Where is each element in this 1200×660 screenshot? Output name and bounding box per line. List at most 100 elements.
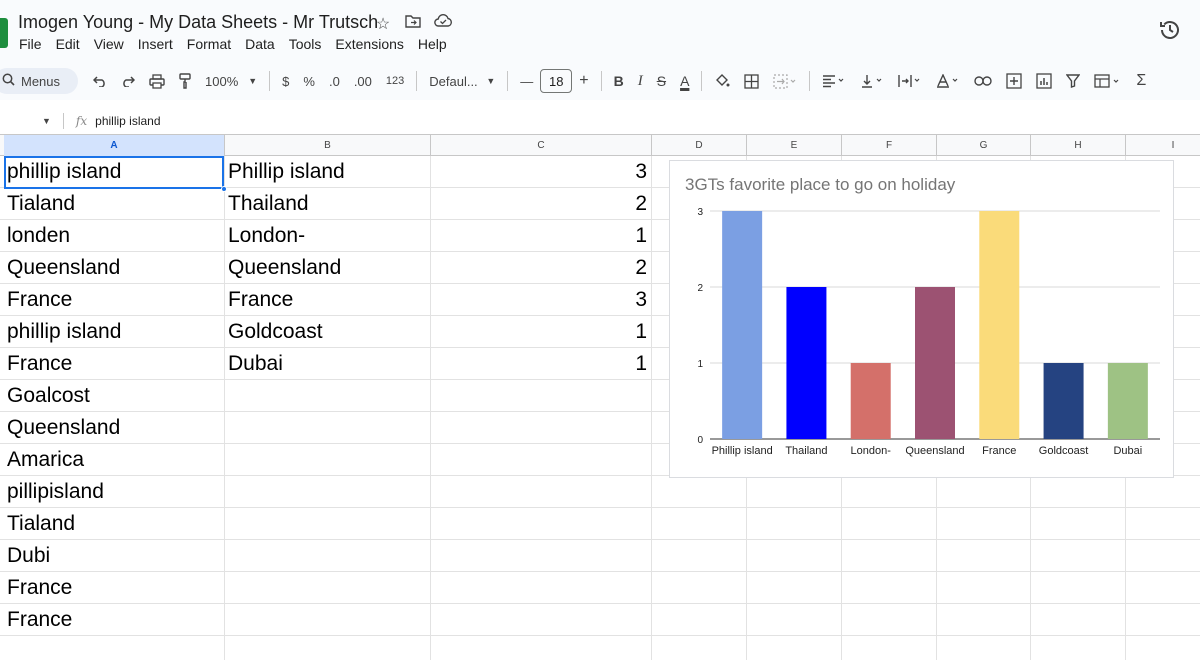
cell-a6[interactable]: phillip island bbox=[4, 316, 225, 347]
cell-c3[interactable]: 1 bbox=[431, 220, 652, 251]
filter-icon[interactable] bbox=[1059, 67, 1087, 95]
cell-c6[interactable]: 1 bbox=[431, 316, 652, 347]
embedded-chart[interactable]: 3GTs favorite place to go on holiday 012… bbox=[669, 160, 1174, 478]
empty-cell[interactable] bbox=[1031, 636, 1126, 660]
menu-edit[interactable]: Edit bbox=[56, 36, 80, 52]
column-header-e[interactable]: E bbox=[747, 135, 842, 156]
decrease-decimal-button[interactable]: .0 bbox=[322, 67, 347, 95]
empty-cell[interactable] bbox=[1126, 476, 1200, 507]
empty-cell[interactable] bbox=[747, 540, 842, 571]
decrease-font-size-button[interactable]: — bbox=[513, 67, 540, 95]
empty-cell[interactable] bbox=[842, 572, 937, 603]
move-folder-icon[interactable] bbox=[404, 14, 422, 34]
cell-c14[interactable] bbox=[431, 572, 652, 603]
cell-a14[interactable]: France bbox=[4, 572, 225, 603]
empty-cell[interactable] bbox=[842, 604, 937, 635]
font-family-select[interactable]: Defaul... ▼ bbox=[422, 67, 502, 95]
empty-cell[interactable] bbox=[1031, 476, 1126, 507]
cell-a2[interactable]: Tialand bbox=[4, 188, 225, 219]
column-header-c[interactable]: C bbox=[431, 135, 652, 156]
cell-a8[interactable]: Goalcost bbox=[4, 380, 225, 411]
empty-cell[interactable] bbox=[1031, 540, 1126, 571]
empty-cell[interactable] bbox=[937, 508, 1031, 539]
zoom-select[interactable]: 100% ▼ bbox=[198, 67, 264, 95]
cell-b4[interactable]: Queensland bbox=[225, 252, 431, 283]
more-formats-button[interactable]: 123 bbox=[379, 67, 411, 95]
cell-c10[interactable] bbox=[431, 444, 652, 475]
menu-data[interactable]: Data bbox=[245, 36, 275, 52]
vertical-align-icon[interactable] bbox=[853, 67, 891, 95]
cell-c9[interactable] bbox=[431, 412, 652, 443]
cell-c7[interactable]: 1 bbox=[431, 348, 652, 379]
merge-cells-icon[interactable] bbox=[766, 67, 804, 95]
empty-cell[interactable] bbox=[1126, 604, 1200, 635]
star-icon[interactable]: ☆ bbox=[374, 14, 392, 34]
fill-handle[interactable] bbox=[221, 186, 227, 192]
column-header-h[interactable]: H bbox=[1031, 135, 1126, 156]
format-currency-button[interactable]: $ bbox=[275, 67, 296, 95]
empty-cell[interactable] bbox=[652, 540, 747, 571]
cell-b7[interactable]: Dubai bbox=[225, 348, 431, 379]
increase-font-size-button[interactable]: + bbox=[572, 67, 595, 95]
cell-a7[interactable]: France bbox=[4, 348, 225, 379]
cell-c2[interactable]: 2 bbox=[431, 188, 652, 219]
italic-button[interactable]: I bbox=[631, 67, 650, 95]
fill-color-icon[interactable] bbox=[707, 67, 737, 95]
font-size-input[interactable]: 18 bbox=[540, 69, 573, 93]
redo-icon[interactable] bbox=[114, 67, 142, 95]
document-title[interactable]: Imogen Young - My Data Sheets - Mr Truts… bbox=[18, 12, 378, 33]
cell-b3[interactable]: London- bbox=[225, 220, 431, 251]
cell-c13[interactable] bbox=[431, 540, 652, 571]
cell-a3[interactable]: londen bbox=[4, 220, 225, 251]
insert-link-icon[interactable] bbox=[967, 67, 999, 95]
cell-c16[interactable] bbox=[431, 636, 652, 660]
empty-cell[interactable] bbox=[842, 636, 937, 660]
menu-tools[interactable]: Tools bbox=[289, 36, 322, 52]
empty-cell[interactable] bbox=[937, 604, 1031, 635]
cloud-saved-icon[interactable] bbox=[434, 14, 452, 34]
empty-cell[interactable] bbox=[747, 572, 842, 603]
horizontal-align-icon[interactable] bbox=[815, 67, 853, 95]
cell-a15[interactable]: France bbox=[4, 604, 225, 635]
menu-format[interactable]: Format bbox=[187, 36, 231, 52]
cell-b12[interactable] bbox=[225, 508, 431, 539]
cell-a16[interactable] bbox=[4, 636, 225, 660]
column-header-f[interactable]: F bbox=[842, 135, 937, 156]
sheets-logo-icon[interactable] bbox=[0, 18, 8, 48]
empty-cell[interactable] bbox=[842, 508, 937, 539]
functions-icon[interactable]: Σ bbox=[1129, 67, 1153, 95]
column-header-g[interactable]: G bbox=[937, 135, 1031, 156]
menu-file[interactable]: File bbox=[19, 36, 42, 52]
cell-b1[interactable]: Phillip island bbox=[225, 156, 431, 187]
cell-a4[interactable]: Queensland bbox=[4, 252, 225, 283]
empty-cell[interactable] bbox=[1126, 636, 1200, 660]
empty-cell[interactable] bbox=[747, 476, 842, 507]
empty-cell[interactable] bbox=[937, 572, 1031, 603]
undo-icon[interactable] bbox=[86, 67, 114, 95]
version-history-icon[interactable] bbox=[1158, 18, 1182, 42]
print-icon[interactable] bbox=[142, 67, 172, 95]
text-color-button[interactable]: A bbox=[673, 67, 696, 95]
empty-cell[interactable] bbox=[652, 572, 747, 603]
cell-b5[interactable]: France bbox=[225, 284, 431, 315]
column-header-i[interactable]: I bbox=[1126, 135, 1200, 156]
cell-b16[interactable] bbox=[225, 636, 431, 660]
menu-help[interactable]: Help bbox=[418, 36, 447, 52]
paint-format-icon[interactable] bbox=[172, 67, 198, 95]
cell-a5[interactable]: France bbox=[4, 284, 225, 315]
cell-b8[interactable] bbox=[225, 380, 431, 411]
insert-comment-icon[interactable] bbox=[999, 67, 1029, 95]
empty-cell[interactable] bbox=[1031, 604, 1126, 635]
empty-cell[interactable] bbox=[937, 476, 1031, 507]
empty-cell[interactable] bbox=[652, 508, 747, 539]
cell-b10[interactable] bbox=[225, 444, 431, 475]
strikethrough-button[interactable]: S bbox=[650, 67, 673, 95]
cell-a1[interactable]: phillip island bbox=[4, 156, 225, 187]
bold-button[interactable]: B bbox=[607, 67, 631, 95]
cell-b9[interactable] bbox=[225, 412, 431, 443]
column-header-b[interactable]: B bbox=[225, 135, 431, 156]
cell-b15[interactable] bbox=[225, 604, 431, 635]
empty-cell[interactable] bbox=[1031, 508, 1126, 539]
empty-cell[interactable] bbox=[1126, 508, 1200, 539]
column-header-a[interactable]: A bbox=[4, 135, 225, 156]
